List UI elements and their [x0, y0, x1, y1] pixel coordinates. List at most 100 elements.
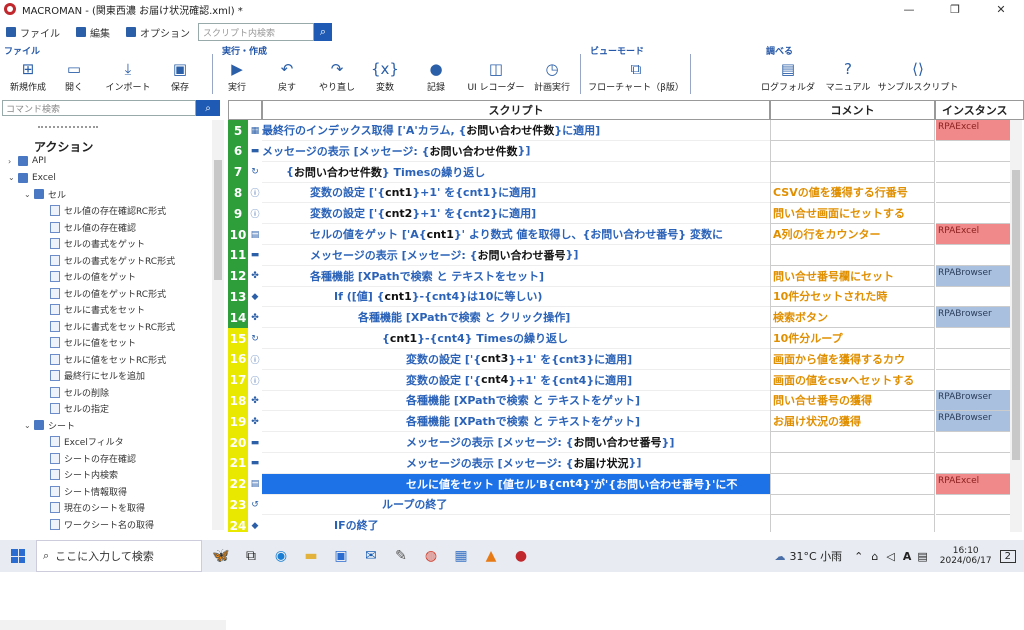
- line-number[interactable]: 21: [228, 452, 248, 474]
- script-command[interactable]: {お問い合わせ件数} Timesの繰り返し: [262, 162, 770, 183]
- instance-cell[interactable]: [936, 494, 1011, 516]
- flowchart-button[interactable]: ⧉ フローチャート（β版）: [588, 58, 684, 98]
- import-button[interactable]: ⤓ インポート: [96, 58, 160, 98]
- menu-options[interactable]: オプション: [126, 25, 190, 40]
- sample-script-button[interactable]: ⟨⟩ サンプルスクリプト: [876, 58, 960, 98]
- line-number[interactable]: 19: [228, 411, 248, 433]
- comment-cell[interactable]: 問い合せ画面にセットする: [770, 203, 935, 225]
- script-row[interactable]: 24 ◆ IFの終了: [228, 515, 1024, 532]
- taskbar-search-input[interactable]: ⌕ ここに入力して検索: [36, 540, 202, 572]
- open-folder-button[interactable]: ▭ 開く: [46, 58, 102, 98]
- comment-cell[interactable]: お届け状況の獲得: [770, 411, 935, 433]
- script-command[interactable]: IFの終了: [262, 515, 770, 532]
- line-number[interactable]: 22: [228, 473, 248, 495]
- script-command[interactable]: 各種機能 [XPathで検索 と テキストをゲット]: [262, 411, 770, 433]
- line-number[interactable]: 7: [228, 161, 248, 183]
- tree-item[interactable]: セル値の存在確認RC形式: [40, 203, 166, 219]
- file-explorer-icon[interactable]: ▬: [296, 540, 326, 572]
- tree-item[interactable]: ⌄ シート: [24, 417, 75, 433]
- script-row[interactable]: 10 ▤ セルの値をゲット ['A{cnt1}' より数式 値を取得し、{お問い合わ…: [228, 224, 1024, 245]
- instance-cell[interactable]: [936, 182, 1011, 204]
- run-button[interactable]: ▶ 実行: [212, 58, 262, 98]
- script-search-button[interactable]: ⌕: [314, 23, 332, 41]
- redo-button[interactable]: ↷ やり直し: [312, 58, 362, 98]
- script-row[interactable]: 22 ▤ セルに値をセット [値セル'B{cnt4}'が'{お問い合わせ番号}'に不…: [228, 473, 1024, 495]
- task-view-icon[interactable]: ⧉: [236, 540, 266, 572]
- comment-cell[interactable]: [770, 515, 935, 532]
- volume-icon[interactable]: ◁: [886, 550, 894, 563]
- script-row[interactable]: 17 ⓘ 変数の設定 ['{cnt4}+1' を{cnt4}に適用] 画面の値をcsv…: [228, 369, 1024, 391]
- maximize-button[interactable]: ❐: [932, 0, 978, 18]
- tree-item[interactable]: シート内検索: [40, 467, 118, 483]
- weather-text[interactable]: 31°C 小雨: [789, 548, 842, 564]
- script-row[interactable]: 6 ▬ メッセージの表示 [メッセージ: {お問い合わせ件数}]: [228, 140, 1024, 162]
- line-number[interactable]: 10: [228, 224, 248, 245]
- script-row[interactable]: 9 ⓘ 変数の設定 ['{cnt2}+1' を{cnt2}に適用] 問い合せ画面にセッ…: [228, 203, 1024, 225]
- expand-chevron-icon[interactable]: ⌄: [24, 421, 34, 430]
- paint-icon[interactable]: ✎: [386, 540, 416, 572]
- script-row[interactable]: 20 ▬ メッセージの表示 [メッセージ: {お問い合わせ番号}]: [228, 432, 1024, 453]
- comment-cell[interactable]: [770, 473, 935, 495]
- script-row[interactable]: 7 ↻{お問い合わせ件数} Timesの繰り返し: [228, 161, 1024, 183]
- comment-cell[interactable]: [770, 452, 935, 474]
- instance-cell[interactable]: [936, 162, 1011, 183]
- script-row[interactable]: 12 ✤ 各種機能 [XPathで検索 と テキストをセット] 問い合せ番号欄にセット…: [228, 265, 1024, 287]
- save-button[interactable]: ▣ 保存: [152, 58, 208, 98]
- line-number[interactable]: 17: [228, 369, 248, 391]
- instance-cell[interactable]: [936, 370, 1011, 391]
- line-number[interactable]: 9: [228, 203, 248, 225]
- chevron-up-icon[interactable]: ⌃: [854, 550, 863, 563]
- tree-item[interactable]: セルに書式をセットRC形式: [40, 318, 175, 334]
- menu-edit[interactable]: 編集: [76, 25, 110, 40]
- script-command[interactable]: セルに値をセット [値セル'B{cnt4}'が'{お問い合わせ番号}'に不: [262, 473, 770, 495]
- instance-cell[interactable]: [936, 349, 1011, 370]
- comment-cell[interactable]: [770, 432, 935, 453]
- script-command[interactable]: 変数の設定 ['{cnt2}+1' を{cnt2}に適用]: [262, 203, 770, 225]
- comment-cell[interactable]: [770, 120, 935, 141]
- input-method-icon[interactable]: ▤: [917, 550, 927, 563]
- close-button[interactable]: ✕: [978, 0, 1024, 18]
- tree-scrollbar[interactable]: [212, 120, 224, 530]
- ime-indicator[interactable]: A: [903, 550, 912, 563]
- line-number[interactable]: 13: [228, 286, 248, 308]
- script-command[interactable]: 最終行のインデックス取得 ['A'カラム, {お問い合わせ件数}に適用]: [262, 120, 770, 141]
- line-number[interactable]: 23: [228, 494, 248, 516]
- comment-cell[interactable]: [770, 161, 935, 183]
- tree-item[interactable]: › API: [8, 153, 46, 169]
- instance-cell[interactable]: RPABrowser: [936, 307, 1011, 329]
- script-command[interactable]: メッセージの表示 [メッセージ: {お届け状況}]: [262, 453, 770, 474]
- comment-cell[interactable]: 10件分セットされた時: [770, 286, 935, 308]
- tree-item[interactable]: セルの値をゲットRC形式: [40, 285, 166, 301]
- comment-cell[interactable]: 10件分ループ: [770, 328, 935, 349]
- menu-file[interactable]: ファイル: [6, 25, 60, 40]
- tree-item[interactable]: 現在のシートを取得: [40, 500, 145, 516]
- tree-item[interactable]: ⌄ セル: [24, 186, 66, 202]
- script-command[interactable]: If ([値] {cnt1}-{cnt4}は10に等しい): [262, 286, 770, 308]
- instance-cell[interactable]: [936, 453, 1011, 474]
- script-command[interactable]: 各種機能 [XPathで検索 と クリック操作]: [262, 307, 770, 329]
- script-command[interactable]: 変数の設定 ['{cnt1}+1' を{cnt1}に適用]: [262, 182, 770, 204]
- header-script[interactable]: スクリプト: [262, 100, 770, 120]
- line-number[interactable]: 20: [228, 432, 248, 453]
- script-row[interactable]: 13 ◆ If ([値] {cnt1}-{cnt4}は10に等しい) 10件分セットさ…: [228, 286, 1024, 308]
- log-folder-button[interactable]: ▤ ログフォルダ: [756, 58, 820, 98]
- script-command[interactable]: ループの終了: [262, 494, 770, 516]
- macroman-taskbar-icon[interactable]: ●: [506, 540, 536, 572]
- expand-chevron-icon[interactable]: ⌄: [24, 190, 34, 199]
- tree-item[interactable]: セルの書式をゲット: [40, 236, 145, 252]
- manual-button[interactable]: ? マニュアル: [816, 58, 880, 98]
- line-number[interactable]: 24: [228, 515, 248, 532]
- instance-cell[interactable]: RPABrowser: [936, 390, 1011, 412]
- header-comment[interactable]: コメント: [770, 100, 935, 120]
- script-command[interactable]: メッセージの表示 [メッセージ: {お問い合わせ件数}]: [262, 141, 770, 162]
- script-row[interactable]: 23 ↺ ループの終了: [228, 494, 1024, 516]
- script-row[interactable]: 19 ✤ 各種機能 [XPathで検索 と テキストをゲット] お届け状況の獲得 RPA…: [228, 411, 1024, 433]
- comment-cell[interactable]: 問い合せ番号の獲得: [770, 390, 935, 412]
- comment-cell[interactable]: [770, 244, 935, 266]
- clock[interactable]: 16:10 2024/06/17: [940, 546, 992, 566]
- line-number[interactable]: 6: [228, 140, 248, 162]
- header-instance[interactable]: インスタンス: [935, 100, 1024, 120]
- store-icon[interactable]: ▣: [326, 540, 356, 572]
- instance-cell[interactable]: RPAExcel: [936, 120, 1011, 141]
- script-row[interactable]: 5 ▦ 最終行のインデックス取得 ['A'カラム, {お問い合わせ件数}に適用] RP…: [228, 120, 1024, 141]
